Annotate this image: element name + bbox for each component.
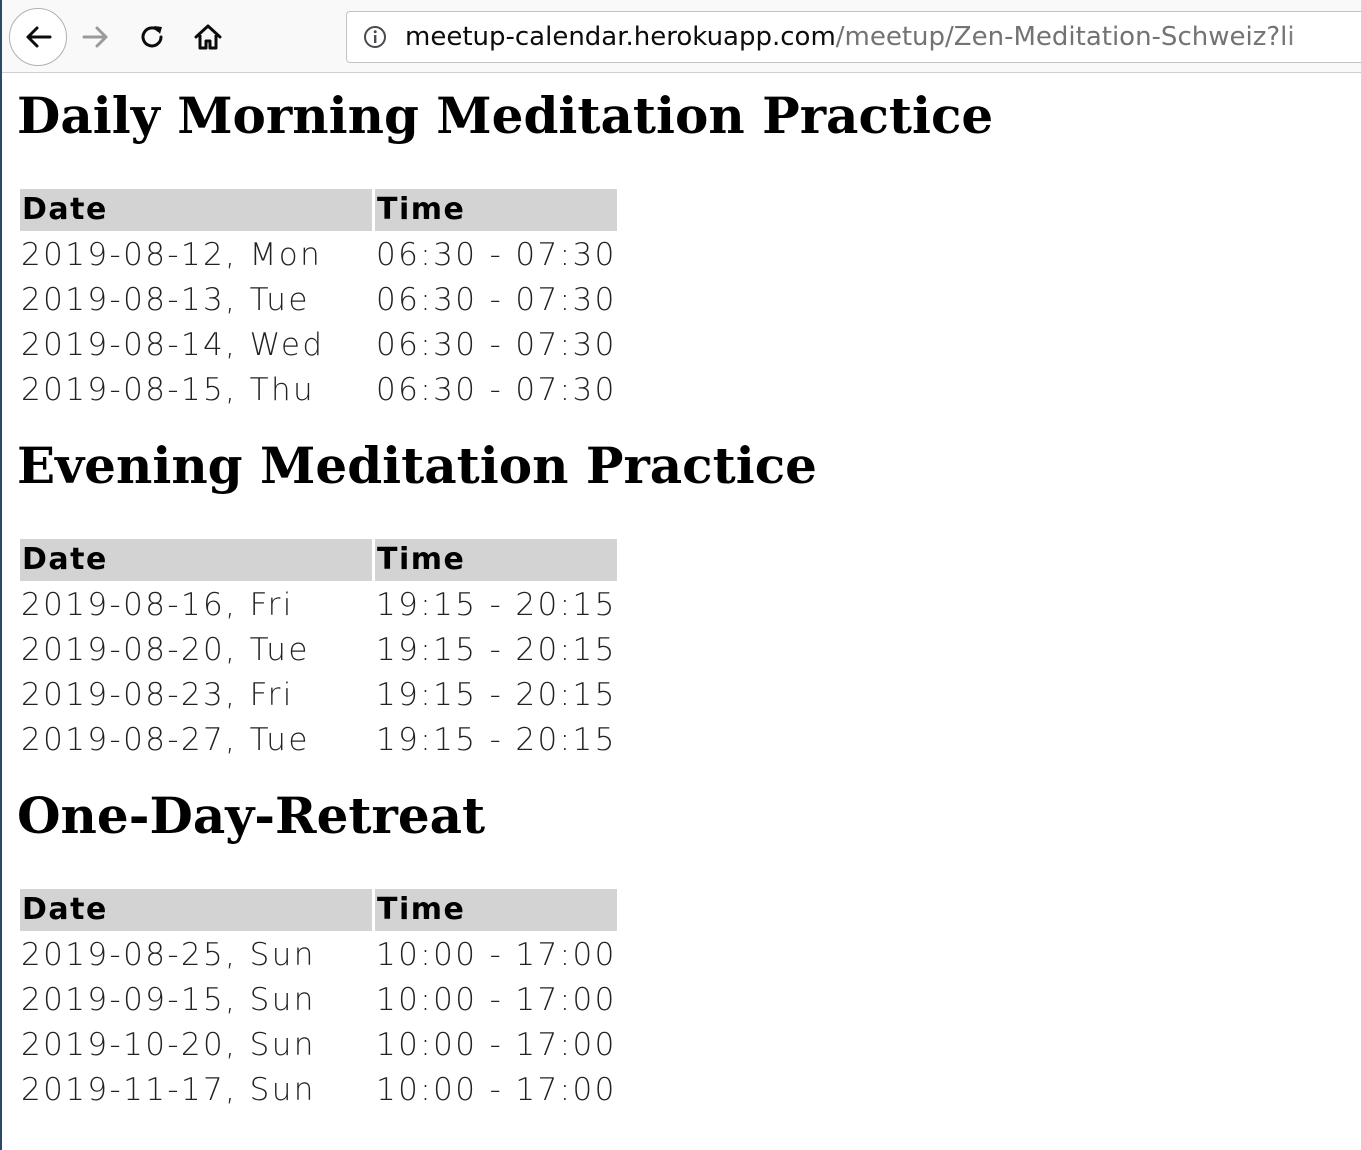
date-cell: 2019-08-16, Fri (21, 587, 294, 623)
section-morning-practice: Daily Morning Meditation Practice Date T… (17, 88, 1347, 414)
time-cell: 06:30 - 07:30 (376, 282, 617, 318)
browser-toolbar: meetup-calendar.herokuapp.com/meetup/Zen… (2, 0, 1361, 73)
url-fade (1285, 12, 1361, 62)
table-row: 2019-08-23, Fri 19:15 - 20:15 (20, 674, 617, 716)
schedule-table: Date Time 2019-08-25, Sun 10:00 - 17:00 … (17, 886, 620, 1114)
section-evening-practice: Evening Meditation Practice Date Time 20… (17, 438, 1347, 764)
date-cell: 2019-08-14, Wed (21, 327, 325, 363)
home-button[interactable] (180, 9, 236, 65)
time-cell: 06:30 - 07:30 (376, 327, 617, 363)
table-header-row: Date Time (20, 539, 617, 581)
home-icon (194, 24, 222, 50)
reload-button[interactable] (124, 9, 180, 65)
table-row: 2019-08-25, Sun 10:00 - 17:00 (20, 934, 617, 976)
date-cell: 2019-10-20, Sun (21, 1027, 316, 1063)
date-cell: 2019-08-12, Mon (21, 237, 323, 273)
table-row: 2019-08-20, Tue 19:15 - 20:15 (20, 629, 617, 671)
arrow-left-icon (26, 26, 52, 48)
date-cell: 2019-08-20, Tue (21, 632, 310, 668)
url-bar[interactable]: meetup-calendar.herokuapp.com/meetup/Zen… (346, 11, 1361, 63)
date-cell: 2019-11-17, Sun (21, 1072, 316, 1108)
date-column-header: Date (20, 889, 372, 931)
url-host: meetup-calendar.herokuapp.com (405, 22, 836, 52)
arrow-right-icon (82, 26, 108, 48)
time-cell: 19:15 - 20:15 (376, 587, 617, 623)
section-one-day-retreat: One-Day-Retreat Date Time 2019-08-25, Su… (17, 788, 1347, 1114)
section-title: One-Day-Retreat (17, 786, 486, 845)
date-column-header: Date (20, 539, 372, 581)
date-cell: 2019-08-25, Sun (21, 937, 316, 973)
time-cell: 19:15 - 20:15 (376, 632, 617, 668)
schedule-table: Date Time 2019-08-16, Fri 19:15 - 20:15 … (17, 536, 620, 764)
table-row: 2019-08-14, Wed 06:30 - 07:30 (20, 324, 617, 366)
url-text[interactable]: meetup-calendar.herokuapp.com/meetup/Zen… (405, 21, 1295, 53)
time-cell: 10:00 - 17:00 (376, 937, 617, 973)
time-cell: 19:15 - 20:15 (376, 677, 617, 713)
table-row: 2019-08-16, Fri 19:15 - 20:15 (20, 584, 617, 626)
date-cell: 2019-08-23, Fri (21, 677, 294, 713)
table-row: 2019-09-15, Sun 10:00 - 17:00 (20, 979, 617, 1021)
schedule-table: Date Time 2019-08-12, Mon 06:30 - 07:30 … (17, 186, 620, 414)
time-cell: 19:15 - 20:15 (376, 722, 617, 758)
date-cell: 2019-09-15, Sun (21, 982, 316, 1018)
time-column-header: Time (375, 539, 617, 581)
back-button[interactable] (9, 8, 67, 66)
table-row: 2019-11-17, Sun 10:00 - 17:00 (20, 1069, 617, 1111)
time-cell: 10:00 - 17:00 (376, 1072, 617, 1108)
reload-icon (141, 26, 163, 48)
url-path: /meetup/Zen-Meditation-Schweiz?li (835, 22, 1295, 52)
table-row: 2019-08-15, Thu 06:30 - 07:30 (20, 369, 617, 411)
table-row: 2019-08-12, Mon 06:30 - 07:30 (20, 234, 617, 276)
time-cell: 10:00 - 17:00 (376, 1027, 617, 1063)
forward-button[interactable] (68, 9, 124, 65)
date-cell: 2019-08-15, Thu (21, 372, 316, 408)
section-title: Daily Morning Meditation Practice (17, 86, 994, 145)
window-edge (0, 0, 2, 1150)
table-header-row: Date Time (20, 889, 617, 931)
page-content: Daily Morning Meditation Practice Date T… (17, 74, 1347, 1138)
table-row: 2019-10-20, Sun 10:00 - 17:00 (20, 1024, 617, 1066)
time-cell: 10:00 - 17:00 (376, 982, 617, 1018)
info-icon[interactable] (363, 25, 387, 49)
table-row: 2019-08-13, Tue 06:30 - 07:30 (20, 279, 617, 321)
time-column-header: Time (375, 189, 617, 231)
time-cell: 06:30 - 07:30 (376, 372, 617, 408)
date-column-header: Date (20, 189, 372, 231)
date-cell: 2019-08-13, Tue (21, 282, 310, 318)
time-column-header: Time (375, 889, 617, 931)
section-title: Evening Meditation Practice (17, 436, 817, 495)
table-header-row: Date Time (20, 189, 617, 231)
date-cell: 2019-08-27, Tue (21, 722, 310, 758)
time-cell: 06:30 - 07:30 (376, 237, 617, 273)
table-row: 2019-08-27, Tue 19:15 - 20:15 (20, 719, 617, 761)
